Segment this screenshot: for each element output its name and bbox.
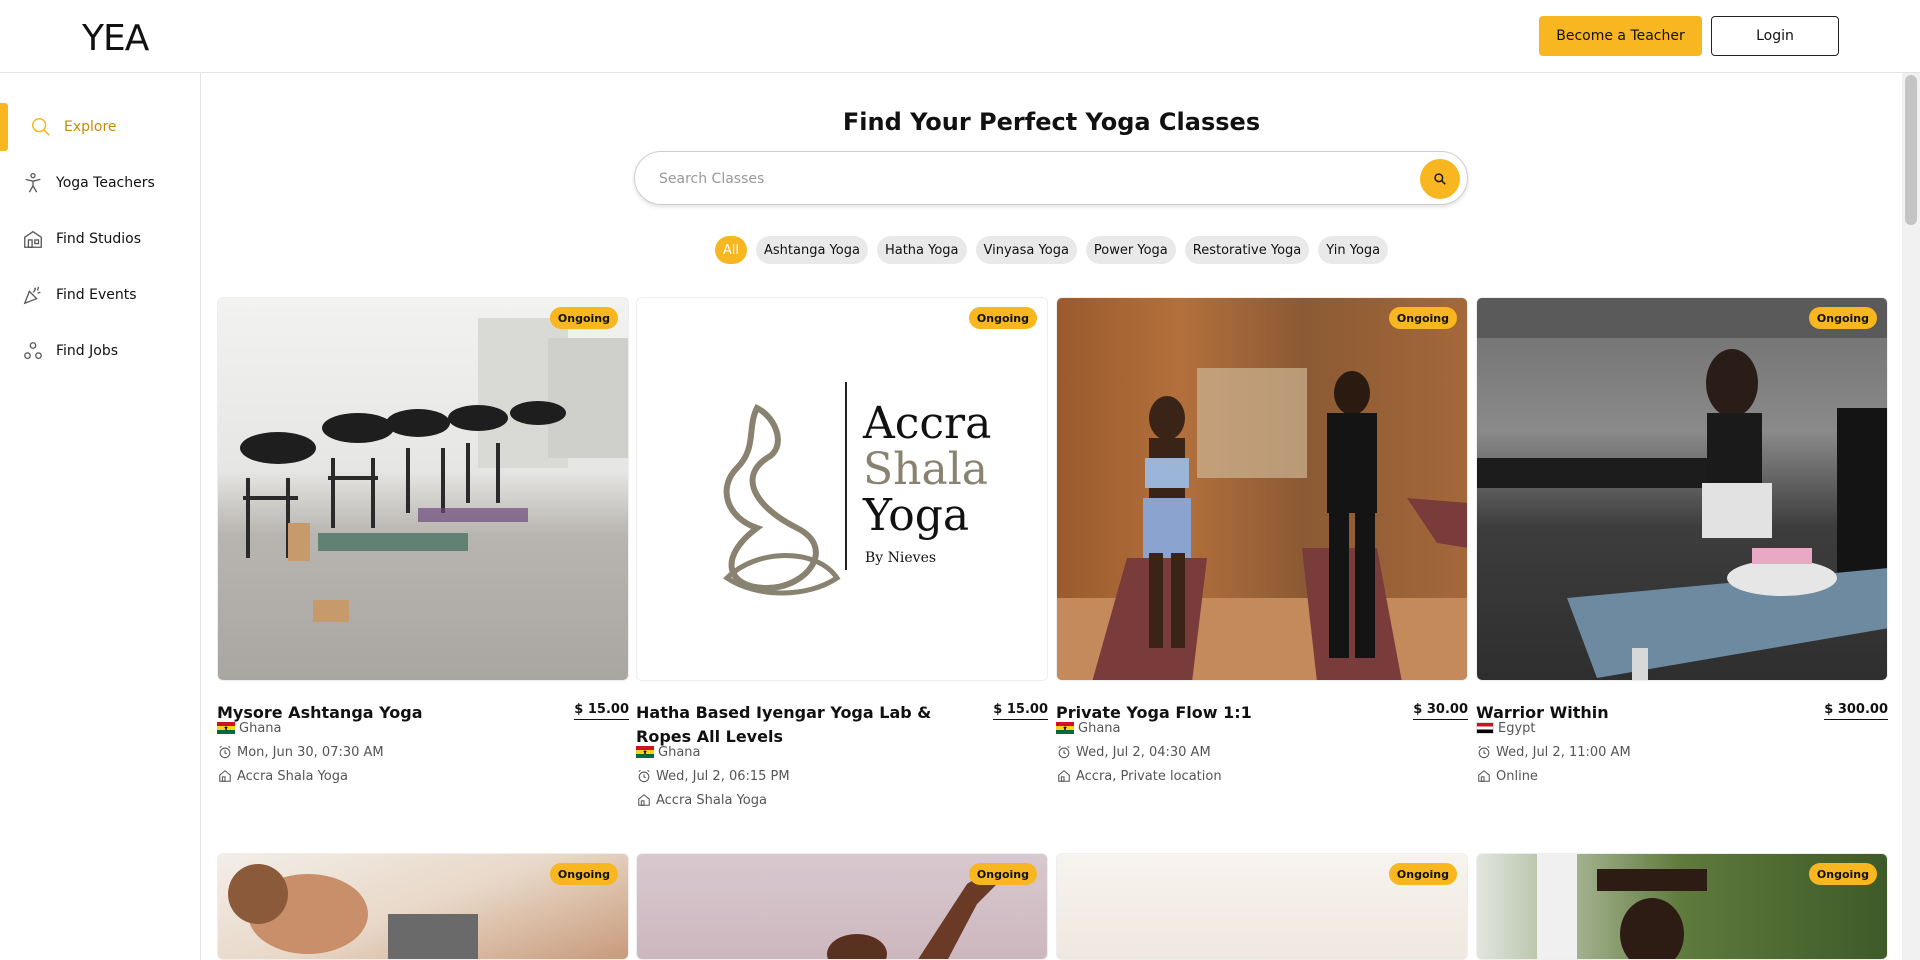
status-badge: Ongoing xyxy=(549,863,618,885)
class-location: Accra Shala Yoga xyxy=(636,791,767,809)
class-country: Ghana xyxy=(1056,719,1121,737)
sidebar-item-yoga-teachers[interactable]: Yoga Teachers xyxy=(0,159,200,207)
filter-hatha-yoga[interactable]: Hatha Yoga xyxy=(876,236,967,264)
class-country: Egypt xyxy=(1476,719,1536,737)
alarm-clock-icon xyxy=(219,745,231,759)
filter-power-yoga[interactable]: Power Yoga xyxy=(1085,236,1176,264)
class-location: Accra, Private location xyxy=(1056,767,1222,785)
party-icon xyxy=(23,286,41,305)
class-country: Ghana xyxy=(636,743,701,761)
scrollbar-thumb[interactable] xyxy=(1905,75,1917,225)
class-price: $ 15.00 xyxy=(574,701,629,720)
building-icon xyxy=(24,230,42,248)
class-datetime: Wed, Jul 2, 06:15 PM xyxy=(636,767,790,785)
sidebar-item-label: Explore xyxy=(64,119,117,135)
class-photo-illustration xyxy=(1057,368,1467,680)
ghana-flag-icon xyxy=(1056,722,1074,734)
sidebar-item-label: Find Events xyxy=(56,287,137,303)
logo-text-yoga: Yoga xyxy=(863,490,970,541)
status-badge: Ongoing xyxy=(968,307,1037,329)
network-icon xyxy=(24,342,42,359)
class-image[interactable]: Accra Shala Yoga By Nieves Ongoing xyxy=(636,297,1048,681)
top-header: YEA Become a Teacher Login xyxy=(0,0,1920,73)
sidebar-item-find-studios[interactable]: Find Studios xyxy=(0,215,200,263)
class-image[interactable]: Ongoing xyxy=(1056,853,1468,960)
sidebar-item-label: Find Jobs xyxy=(56,343,119,359)
sidebar-item-explore[interactable]: Explore xyxy=(0,103,200,151)
class-price: $ 30.00 xyxy=(1413,701,1468,720)
class-image[interactable]: Ongoing xyxy=(1056,297,1468,681)
search-icon xyxy=(1434,173,1446,185)
status-badge: Ongoing xyxy=(1808,307,1877,329)
search-button[interactable] xyxy=(1420,159,1460,199)
logo-text-by-nieves: By Nieves xyxy=(865,550,937,566)
class-image[interactable]: Ongoing xyxy=(636,853,1048,960)
sidebar: Explore Yoga Teachers Find Studios Find … xyxy=(0,73,201,960)
class-location: Accra Shala Yoga xyxy=(217,767,348,785)
status-badge: Ongoing xyxy=(968,863,1037,885)
class-country: Ghana xyxy=(217,719,282,737)
filter-yin-yoga[interactable]: Yin Yoga xyxy=(1318,236,1389,264)
building-icon xyxy=(1478,770,1490,782)
class-image[interactable]: Ongoing xyxy=(217,297,629,681)
class-datetime: Mon, Jun 30, 07:30 AM xyxy=(217,743,384,761)
alarm-clock-icon xyxy=(1058,745,1070,759)
alarm-clock-icon xyxy=(1478,745,1490,759)
egypt-flag-icon xyxy=(1476,722,1494,734)
class-image[interactable]: Ongoing xyxy=(1476,853,1888,960)
sidebar-item-label: Yoga Teachers xyxy=(56,175,155,191)
class-datetime: Wed, Jul 2, 04:30 AM xyxy=(1056,743,1211,761)
building-icon xyxy=(219,770,231,782)
status-badge: Ongoing xyxy=(1388,307,1457,329)
become-teacher-button[interactable]: Become a Teacher xyxy=(1539,16,1702,56)
class-image[interactable]: Ongoing xyxy=(1476,297,1888,681)
search-input[interactable] xyxy=(659,166,1359,192)
sidebar-item-find-jobs[interactable]: Find Jobs xyxy=(0,327,200,375)
class-location: Online xyxy=(1476,767,1538,785)
status-badge: Ongoing xyxy=(549,307,618,329)
filter-restorative-yoga[interactable]: Restorative Yoga xyxy=(1184,236,1310,264)
sidebar-item-label: Find Studios xyxy=(56,231,142,247)
building-icon xyxy=(1058,770,1070,782)
search-icon xyxy=(32,118,50,136)
filter-vinyasa-yoga[interactable]: Vinyasa Yoga xyxy=(975,236,1077,264)
ghana-flag-icon xyxy=(217,722,235,734)
logo-text-shala: Shala xyxy=(863,444,989,495)
class-price: $ 300.00 xyxy=(1824,701,1888,720)
person-icon xyxy=(25,173,41,193)
alarm-clock-icon xyxy=(638,769,650,783)
logo-text-accra: Accra xyxy=(863,398,992,449)
filter-ashtanga-yoga[interactable]: Ashtanga Yoga xyxy=(756,236,868,264)
page-title: Find Your Perfect Yoga Classes xyxy=(842,108,1261,136)
class-price: $ 15.00 xyxy=(993,701,1048,720)
ghana-flag-icon xyxy=(636,746,654,758)
login-button[interactable]: Login xyxy=(1711,16,1839,56)
yea-logo[interactable]: YEA xyxy=(82,18,149,59)
page-scrollbar[interactable] xyxy=(1902,73,1920,960)
class-photo-illustration xyxy=(240,318,628,622)
search-bar xyxy=(634,151,1468,205)
status-badge: Ongoing xyxy=(1388,863,1457,885)
status-badge: Ongoing xyxy=(1808,863,1877,885)
class-image[interactable]: Ongoing xyxy=(217,853,629,960)
building-icon xyxy=(638,794,650,806)
category-filters: All Ashtanga Yoga Hatha Yoga Vinyasa Yog… xyxy=(201,236,1902,264)
sidebar-item-find-events[interactable]: Find Events xyxy=(0,271,200,319)
filter-all[interactable]: All xyxy=(714,236,747,264)
class-datetime: Wed, Jul 2, 11:00 AM xyxy=(1476,743,1631,761)
class-photo-illustration xyxy=(1477,298,1887,680)
class-title[interactable]: Hatha Based Iyengar Yoga Lab & Ropes All… xyxy=(636,701,976,749)
